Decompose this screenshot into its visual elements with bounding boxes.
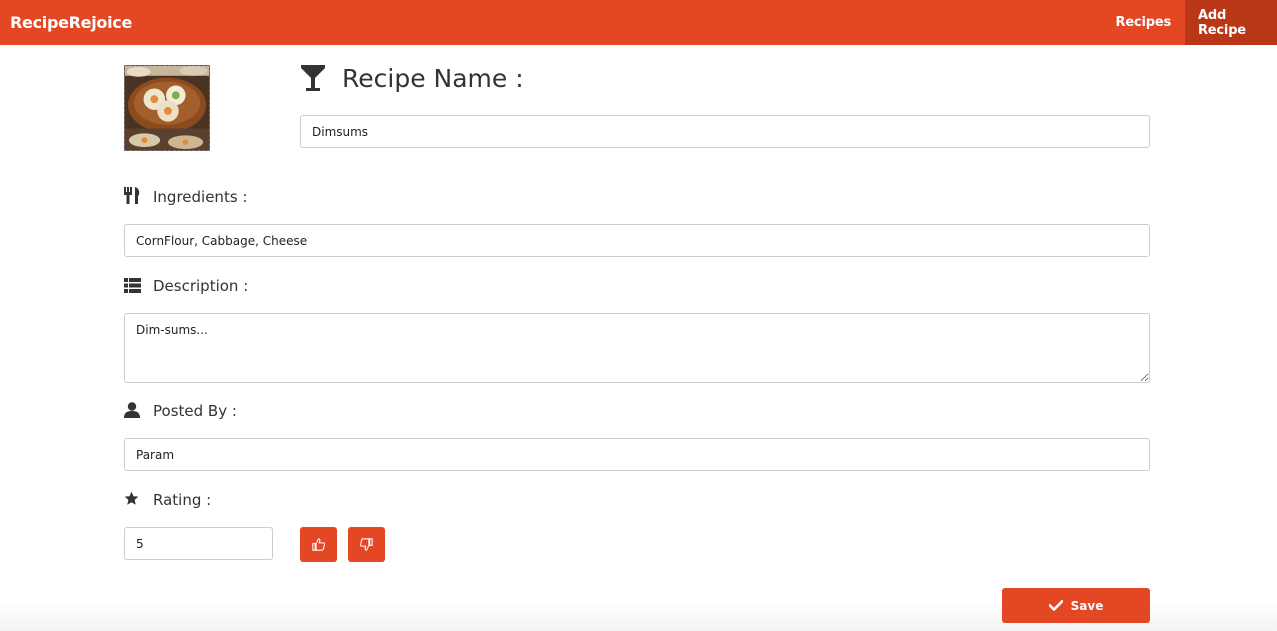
- checkmark-icon: [1048, 600, 1063, 611]
- thumbs-down-icon: [360, 538, 373, 551]
- nav-links: Recipes Add Recipe: [1102, 0, 1277, 45]
- rating-label: Rating :: [153, 491, 212, 509]
- posted-by-input[interactable]: [124, 438, 1150, 471]
- nav-link-add-recipe[interactable]: Add Recipe: [1185, 0, 1277, 45]
- posted-by-label: Posted By :: [153, 402, 237, 420]
- cutlery-icon: [124, 187, 140, 204]
- save-button-label: Save: [1070, 598, 1104, 613]
- description-textarea[interactable]: Dim-sums...: [124, 313, 1150, 383]
- thumbs-down-button[interactable]: [348, 527, 385, 562]
- rating-input[interactable]: [124, 527, 273, 560]
- recipe-name-label: Recipe Name :: [342, 64, 524, 93]
- user-icon: [124, 402, 140, 418]
- ingredients-input[interactable]: [124, 224, 1150, 257]
- nav-link-recipes[interactable]: Recipes: [1102, 0, 1185, 45]
- recipe-name-input[interactable]: [300, 115, 1150, 148]
- list-icon: [124, 278, 141, 293]
- thumbs-up-icon: [312, 538, 325, 551]
- save-button[interactable]: Save: [1002, 588, 1150, 623]
- description-label: Description :: [153, 277, 249, 295]
- top-navbar: RecipeRejoice Recipes Add Recipe: [0, 0, 1277, 45]
- cocktail-glass-icon: [301, 65, 325, 91]
- brand-logo[interactable]: RecipeRejoice: [0, 13, 132, 32]
- ingredients-label: Ingredients :: [153, 188, 248, 206]
- recipe-image: [124, 65, 210, 151]
- star-icon: [124, 491, 139, 505]
- dimsum-photo: [125, 66, 209, 150]
- thumbs-up-button[interactable]: [300, 527, 337, 562]
